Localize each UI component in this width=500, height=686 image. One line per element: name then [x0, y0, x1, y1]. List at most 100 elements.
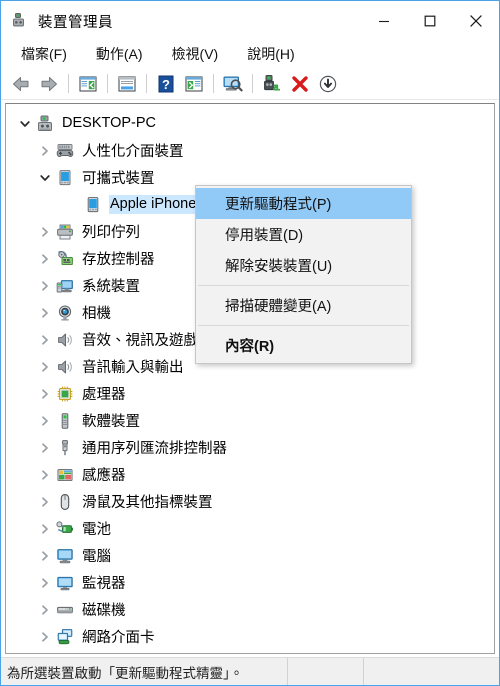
- toolbar-uninstall-device[interactable]: [286, 71, 314, 97]
- close-button[interactable]: [453, 1, 499, 41]
- tree-item-label: 軟體裝置: [82, 413, 140, 430]
- toolbar-forward[interactable]: [35, 71, 63, 97]
- toolbar-separator: [68, 74, 69, 93]
- toolbar-disable-device[interactable]: [314, 71, 342, 97]
- chevron-right-icon[interactable]: [34, 569, 56, 596]
- toolbar-action-pane[interactable]: [180, 71, 208, 97]
- chevron-right-icon[interactable]: [34, 623, 56, 650]
- menu-help[interactable]: 說明(H): [238, 42, 303, 67]
- chevron-right-icon[interactable]: [34, 407, 56, 434]
- ctx-update-driver[interactable]: 更新驅動程式(P): [196, 188, 411, 219]
- uninstall-device-icon: [289, 73, 311, 95]
- back-arrow-icon: [10, 73, 32, 95]
- speaker-icon: [56, 358, 74, 376]
- tree-item[interactable]: 鍵盤: [6, 650, 494, 653]
- chevron-right-icon[interactable]: [34, 380, 56, 407]
- chevron-right-icon[interactable]: [34, 272, 56, 299]
- chevron-right-icon[interactable]: [34, 353, 56, 380]
- status-pane-2: [288, 658, 364, 685]
- chevron-right-icon[interactable]: [34, 650, 56, 653]
- tree-item[interactable]: 磁碟機: [6, 596, 494, 623]
- tree-item-label: 磁碟機: [82, 602, 126, 619]
- menu-view[interactable]: 檢視(V): [163, 42, 228, 67]
- tree-item-label: 可攜式裝置: [82, 170, 155, 187]
- tree-item-label: 列印佇列: [82, 224, 140, 241]
- chevron-right-icon[interactable]: [34, 596, 56, 623]
- menu-action[interactable]: 動作(A): [87, 42, 152, 67]
- tree-item[interactable]: 滑鼠及其他指標裝置: [6, 488, 494, 515]
- tree-item-label: DESKTOP-PC: [62, 115, 157, 131]
- chevron-right-icon[interactable]: [34, 434, 56, 461]
- chevron-right-icon[interactable]: [34, 542, 56, 569]
- tree-item-label: 通用序列匯流排控制器: [82, 440, 227, 457]
- computer-icon: [56, 547, 74, 565]
- context-menu[interactable]: 更新驅動程式(P) 停用裝置(D) 解除安裝裝置(U) 掃描硬體變更(A) 內容(R): [195, 185, 412, 364]
- processor-icon: [56, 385, 74, 403]
- computer-root-icon: [36, 115, 54, 133]
- chevron-right-icon[interactable]: [34, 137, 56, 164]
- ctx-uninstall-device[interactable]: 解除安裝裝置(U): [196, 250, 411, 281]
- software-device-icon: [56, 412, 74, 430]
- window-controls: [361, 1, 499, 41]
- ctx-scan-hardware[interactable]: 掃描硬體變更(A): [196, 290, 411, 321]
- scan-for-hardware-changes-icon: [222, 73, 244, 95]
- sensor-icon: [56, 466, 74, 484]
- properties-icon: [116, 73, 138, 95]
- tree-item[interactable]: 監視器: [6, 569, 494, 596]
- tree-item-label: 人性化介面裝置: [82, 143, 184, 160]
- chevron-right-icon[interactable]: [34, 515, 56, 542]
- battery-icon: [56, 520, 74, 538]
- forward-arrow-icon: [38, 73, 60, 95]
- monitor-icon: [56, 574, 74, 592]
- window-title: 裝置管理員: [38, 14, 113, 31]
- chevron-right-icon[interactable]: [34, 326, 56, 353]
- status-bar: 為所選裝置啟動「更新驅動程式精靈」。: [1, 657, 499, 685]
- context-menu-separator: [198, 285, 409, 286]
- toolbar-scan-hardware[interactable]: [219, 71, 247, 97]
- context-menu-separator: [198, 325, 409, 326]
- toolbar-console-tree[interactable]: [74, 71, 102, 97]
- tree-item-label: 音訊輸入與輸出: [82, 359, 184, 376]
- tree-item[interactable]: 電腦: [6, 542, 494, 569]
- portable-device-icon: [56, 169, 74, 187]
- toolbar-back[interactable]: [7, 71, 35, 97]
- tree-item[interactable]: 感應器: [6, 461, 494, 488]
- ctx-properties[interactable]: 內容(R): [196, 330, 411, 361]
- chevron-right-icon[interactable]: [34, 461, 56, 488]
- tree-item[interactable]: 軟體裝置: [6, 407, 494, 434]
- chevron-down-icon[interactable]: [34, 164, 56, 191]
- menu-file[interactable]: 檔案(F): [12, 42, 76, 67]
- tree-item[interactable]: 處理器: [6, 380, 494, 407]
- tree-item-label: 電腦: [82, 548, 111, 565]
- chevron-right-icon[interactable]: [34, 218, 56, 245]
- toolbar-separator: [146, 74, 147, 93]
- toolbar-properties[interactable]: [113, 71, 141, 97]
- tree-item[interactable]: 電池: [6, 515, 494, 542]
- tree-item[interactable]: 網路介面卡: [6, 623, 494, 650]
- disable-device-icon: [317, 73, 339, 95]
- status-pane-3: [364, 658, 499, 685]
- phone-icon: [84, 196, 102, 214]
- chevron-right-icon[interactable]: [34, 488, 56, 515]
- toolbar: ?: [1, 68, 499, 100]
- tree-item-label: 系統裝置: [82, 278, 140, 295]
- tree-item[interactable]: DESKTOP-PC: [6, 110, 494, 137]
- mouse-icon: [56, 493, 74, 511]
- tree-item-label: Apple iPhone: [109, 195, 200, 214]
- tree-item-label: 網路介面卡: [82, 629, 155, 646]
- update-driver-icon: [261, 73, 283, 95]
- menu-bar: 檔案(F) 動作(A) 檢視(V) 說明(H): [1, 41, 499, 68]
- minimize-button[interactable]: [361, 1, 407, 41]
- hid-gamepad-icon: [56, 142, 74, 160]
- chevron-down-icon[interactable]: [14, 110, 36, 137]
- maximize-button[interactable]: [407, 1, 453, 41]
- tree-item[interactable]: 人性化介面裝置: [6, 137, 494, 164]
- toolbar-help[interactable]: ?: [152, 71, 180, 97]
- speaker-icon: [56, 331, 74, 349]
- tree-item[interactable]: 通用序列匯流排控制器: [6, 434, 494, 461]
- chevron-right-icon[interactable]: [34, 299, 56, 326]
- storage-controller-icon: [56, 250, 74, 268]
- toolbar-update-driver[interactable]: [258, 71, 286, 97]
- ctx-disable-device[interactable]: 停用裝置(D): [196, 219, 411, 250]
- chevron-right-icon[interactable]: [34, 245, 56, 272]
